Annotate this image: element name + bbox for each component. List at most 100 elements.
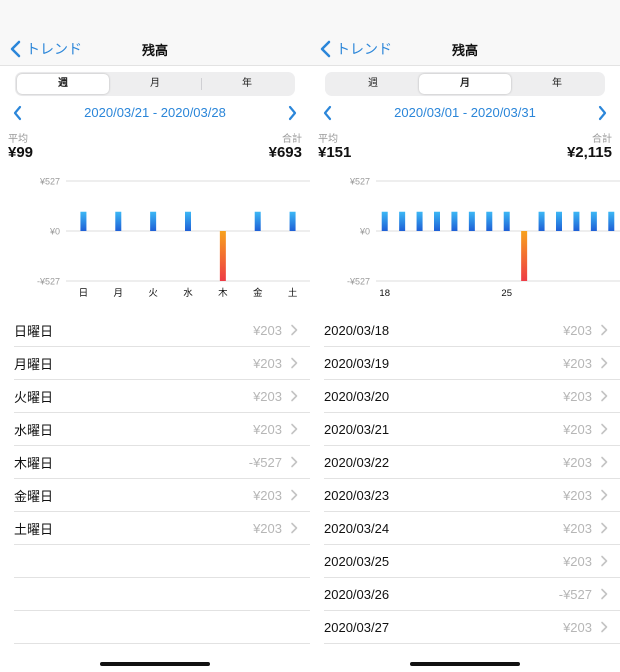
home-indicator: [100, 662, 210, 666]
list-item-label: 月曜日: [14, 356, 54, 372]
date-range-label: 2020/03/01 - 2020/03/31: [394, 105, 536, 120]
list-item-label: 2020/03/20: [324, 388, 390, 404]
average-value: ¥151: [318, 144, 352, 161]
navigation-bar: トレンド 残高: [310, 0, 620, 66]
period-segmented-control: 週 月 年: [15, 72, 295, 96]
bar-土[interactable]: [289, 211, 296, 231]
list-item-label: 2020/03/27: [324, 619, 390, 635]
list-item-label: 日曜日: [14, 323, 54, 339]
list-item[interactable]: 水曜日 ¥203: [14, 413, 310, 446]
list-item-value: ¥203: [563, 487, 592, 503]
list-item[interactable]: 月曜日 ¥203: [14, 347, 310, 380]
chevron-right-icon: [601, 456, 608, 468]
segment-week[interactable]: 週: [17, 74, 109, 94]
list-item[interactable]: 2020/03/21 ¥203: [324, 413, 620, 446]
chevron-right-icon: [601, 324, 608, 336]
bar-2020/03/25[interactable]: [503, 211, 510, 231]
bar-2020/03/23[interactable]: [468, 211, 475, 231]
bar-2020/03/28[interactable]: [556, 211, 562, 231]
list-item-label: 2020/03/21: [324, 421, 390, 437]
bar-2020/03/19[interactable]: [399, 211, 406, 231]
list-item[interactable]: 2020/03/26 -¥527: [324, 578, 620, 611]
total-value: ¥693: [268, 144, 302, 161]
chevron-right-icon: [291, 456, 298, 468]
list-item-value: ¥203: [563, 553, 592, 569]
list-item[interactable]: 金曜日 ¥203: [14, 479, 310, 512]
y-tick-label: ¥527: [39, 177, 60, 187]
bar-水[interactable]: [185, 211, 191, 231]
next-range-chevron-icon[interactable]: [284, 104, 300, 122]
list-item[interactable]: 木曜日 -¥527: [14, 446, 310, 479]
bar-2020/03/29[interactable]: [573, 211, 580, 231]
x-tick-label: 日: [79, 288, 89, 299]
list-item-label: 木曜日: [14, 455, 54, 471]
bar-2020/03/26[interactable]: [521, 231, 528, 281]
chevron-right-icon: [601, 621, 608, 633]
bar-火[interactable]: [150, 211, 157, 231]
total-value: ¥2,115: [566, 144, 612, 161]
chevron-right-icon: [291, 324, 298, 336]
bar-2020/03/22[interactable]: [451, 211, 458, 231]
x-tick-label: 火: [148, 288, 158, 299]
list-item-label: 2020/03/18: [324, 322, 390, 338]
page-title: 残高: [451, 43, 478, 58]
list-item[interactable]: 2020/03/23 ¥203: [324, 479, 620, 512]
list-item[interactable]: 土曜日 ¥203: [14, 512, 310, 545]
balance-bar-chart: ¥527 ¥0 -¥527 日 月 火 水 木 金 土: [37, 177, 310, 299]
average-value: ¥99: [8, 144, 34, 161]
next-range-chevron-icon[interactable]: [594, 104, 610, 122]
list-item-label: 土曜日: [14, 521, 54, 537]
navigation-bar: トレンド 残高: [0, 0, 310, 66]
list-item-value: ¥203: [253, 421, 282, 437]
list-item-label: 2020/03/26: [324, 586, 390, 602]
segment-year[interactable]: 年: [511, 74, 603, 94]
y-tick-label: -¥527: [37, 277, 60, 287]
balance-bar-chart: ¥527 ¥0 -¥527 18 25: [347, 177, 620, 299]
list-item-value: ¥203: [563, 454, 592, 470]
list-item[interactable]: 2020/03/19 ¥203: [324, 347, 620, 380]
list-item[interactable]: 日曜日 ¥203: [14, 314, 310, 347]
bar-木[interactable]: [219, 231, 226, 281]
bar-2020/03/18[interactable]: [381, 211, 388, 231]
bar-2020/03/30[interactable]: [590, 211, 597, 231]
list-item[interactable]: 2020/03/18 ¥203: [324, 314, 620, 347]
list-item-value: ¥203: [563, 388, 592, 404]
list-item-value: -¥527: [558, 586, 592, 602]
list-item-value: ¥203: [253, 355, 282, 371]
total-label: 合計: [282, 134, 302, 145]
chevron-right-icon: [601, 390, 608, 402]
bar-2020/03/24[interactable]: [486, 211, 493, 231]
list-item[interactable]: 火曜日 ¥203: [14, 380, 310, 413]
list-item[interactable]: 2020/03/20 ¥203: [324, 380, 620, 413]
chevron-right-icon: [291, 423, 298, 435]
segment-month[interactable]: 月: [419, 74, 511, 94]
bar-2020/03/31[interactable]: [608, 211, 615, 231]
segment-week[interactable]: 週: [327, 74, 419, 94]
bar-日[interactable]: [80, 211, 87, 231]
date-range-selector: 2020/03/21 - 2020/03/28: [0, 104, 310, 122]
list-item-label: 金曜日: [14, 488, 54, 504]
list-item-value: ¥203: [563, 619, 592, 635]
list-item-value: ¥203: [253, 520, 282, 536]
average-label: 平均: [8, 134, 28, 145]
x-tick-label: 土: [288, 287, 298, 299]
average-label: 平均: [318, 134, 338, 145]
list-item[interactable]: 2020/03/24 ¥203: [324, 512, 620, 545]
y-tick-label: ¥0: [359, 227, 370, 237]
home-indicator: [410, 662, 520, 666]
list-item[interactable]: 2020/03/22 ¥203: [324, 446, 620, 479]
list-item-label: 2020/03/24: [324, 520, 390, 536]
y-tick-label: ¥527: [349, 177, 370, 187]
list-item[interactable]: 2020/03/27 ¥203: [324, 611, 620, 644]
bar-金[interactable]: [254, 211, 261, 231]
list-item[interactable]: 2020/03/25 ¥203: [324, 545, 620, 578]
bar-月[interactable]: [115, 211, 122, 231]
date-range-label: 2020/03/21 - 2020/03/28: [84, 105, 226, 120]
segment-year[interactable]: 年: [201, 74, 293, 94]
bar-2020/03/21[interactable]: [434, 211, 440, 231]
bar-2020/03/27[interactable]: [538, 211, 545, 231]
chevron-right-icon: [601, 555, 608, 567]
list-item: [14, 578, 310, 611]
bar-2020/03/20[interactable]: [416, 211, 423, 231]
segment-month[interactable]: 月: [109, 74, 201, 94]
